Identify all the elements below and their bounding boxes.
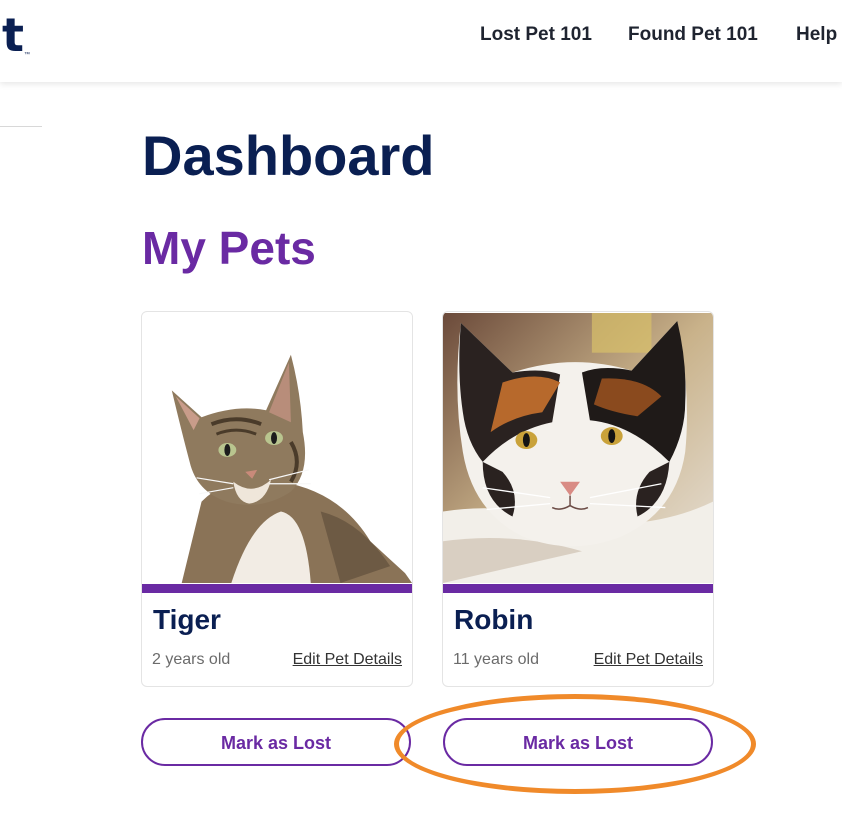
- mark-as-lost-button-robin[interactable]: Mark as Lost: [443, 718, 713, 766]
- edit-pet-details-link[interactable]: Edit Pet Details: [293, 651, 402, 669]
- card-accent-bar: [142, 584, 412, 593]
- card-accent-bar: [443, 584, 713, 593]
- page-title: Dashboard: [142, 124, 435, 187]
- mark-as-lost-button-tiger[interactable]: Mark as Lost: [141, 718, 411, 766]
- nav-help[interactable]: Help: [796, 24, 837, 46]
- pet-card-robin: Robin 11 years old Edit Pet Details: [442, 311, 714, 687]
- pet-age: 11 years old: [453, 651, 539, 668]
- pet-name: Tiger: [153, 604, 221, 635]
- top-navigation-bar: t ™ Lost Pet 101 Found Pet 101 Help: [0, 0, 842, 82]
- logo-trademark: ™: [24, 52, 30, 58]
- sidebar-divider: [0, 126, 42, 127]
- nav-found-pet-101[interactable]: Found Pet 101: [628, 24, 758, 46]
- pet-card-tiger: Tiger 2 years old Edit Pet Details: [141, 311, 413, 687]
- tabby-cat-photo: [142, 313, 412, 583]
- pet-name: Robin: [454, 604, 534, 635]
- calico-cat-photo: [443, 313, 713, 583]
- edit-pet-details-link[interactable]: Edit Pet Details: [594, 651, 703, 669]
- section-title-my-pets: My Pets: [142, 222, 316, 274]
- pet-age: 2 years old: [152, 651, 231, 668]
- site-logo[interactable]: t: [2, 12, 24, 58]
- logo-text: t: [2, 8, 24, 62]
- nav-lost-pet-101[interactable]: Lost Pet 101: [480, 24, 592, 46]
